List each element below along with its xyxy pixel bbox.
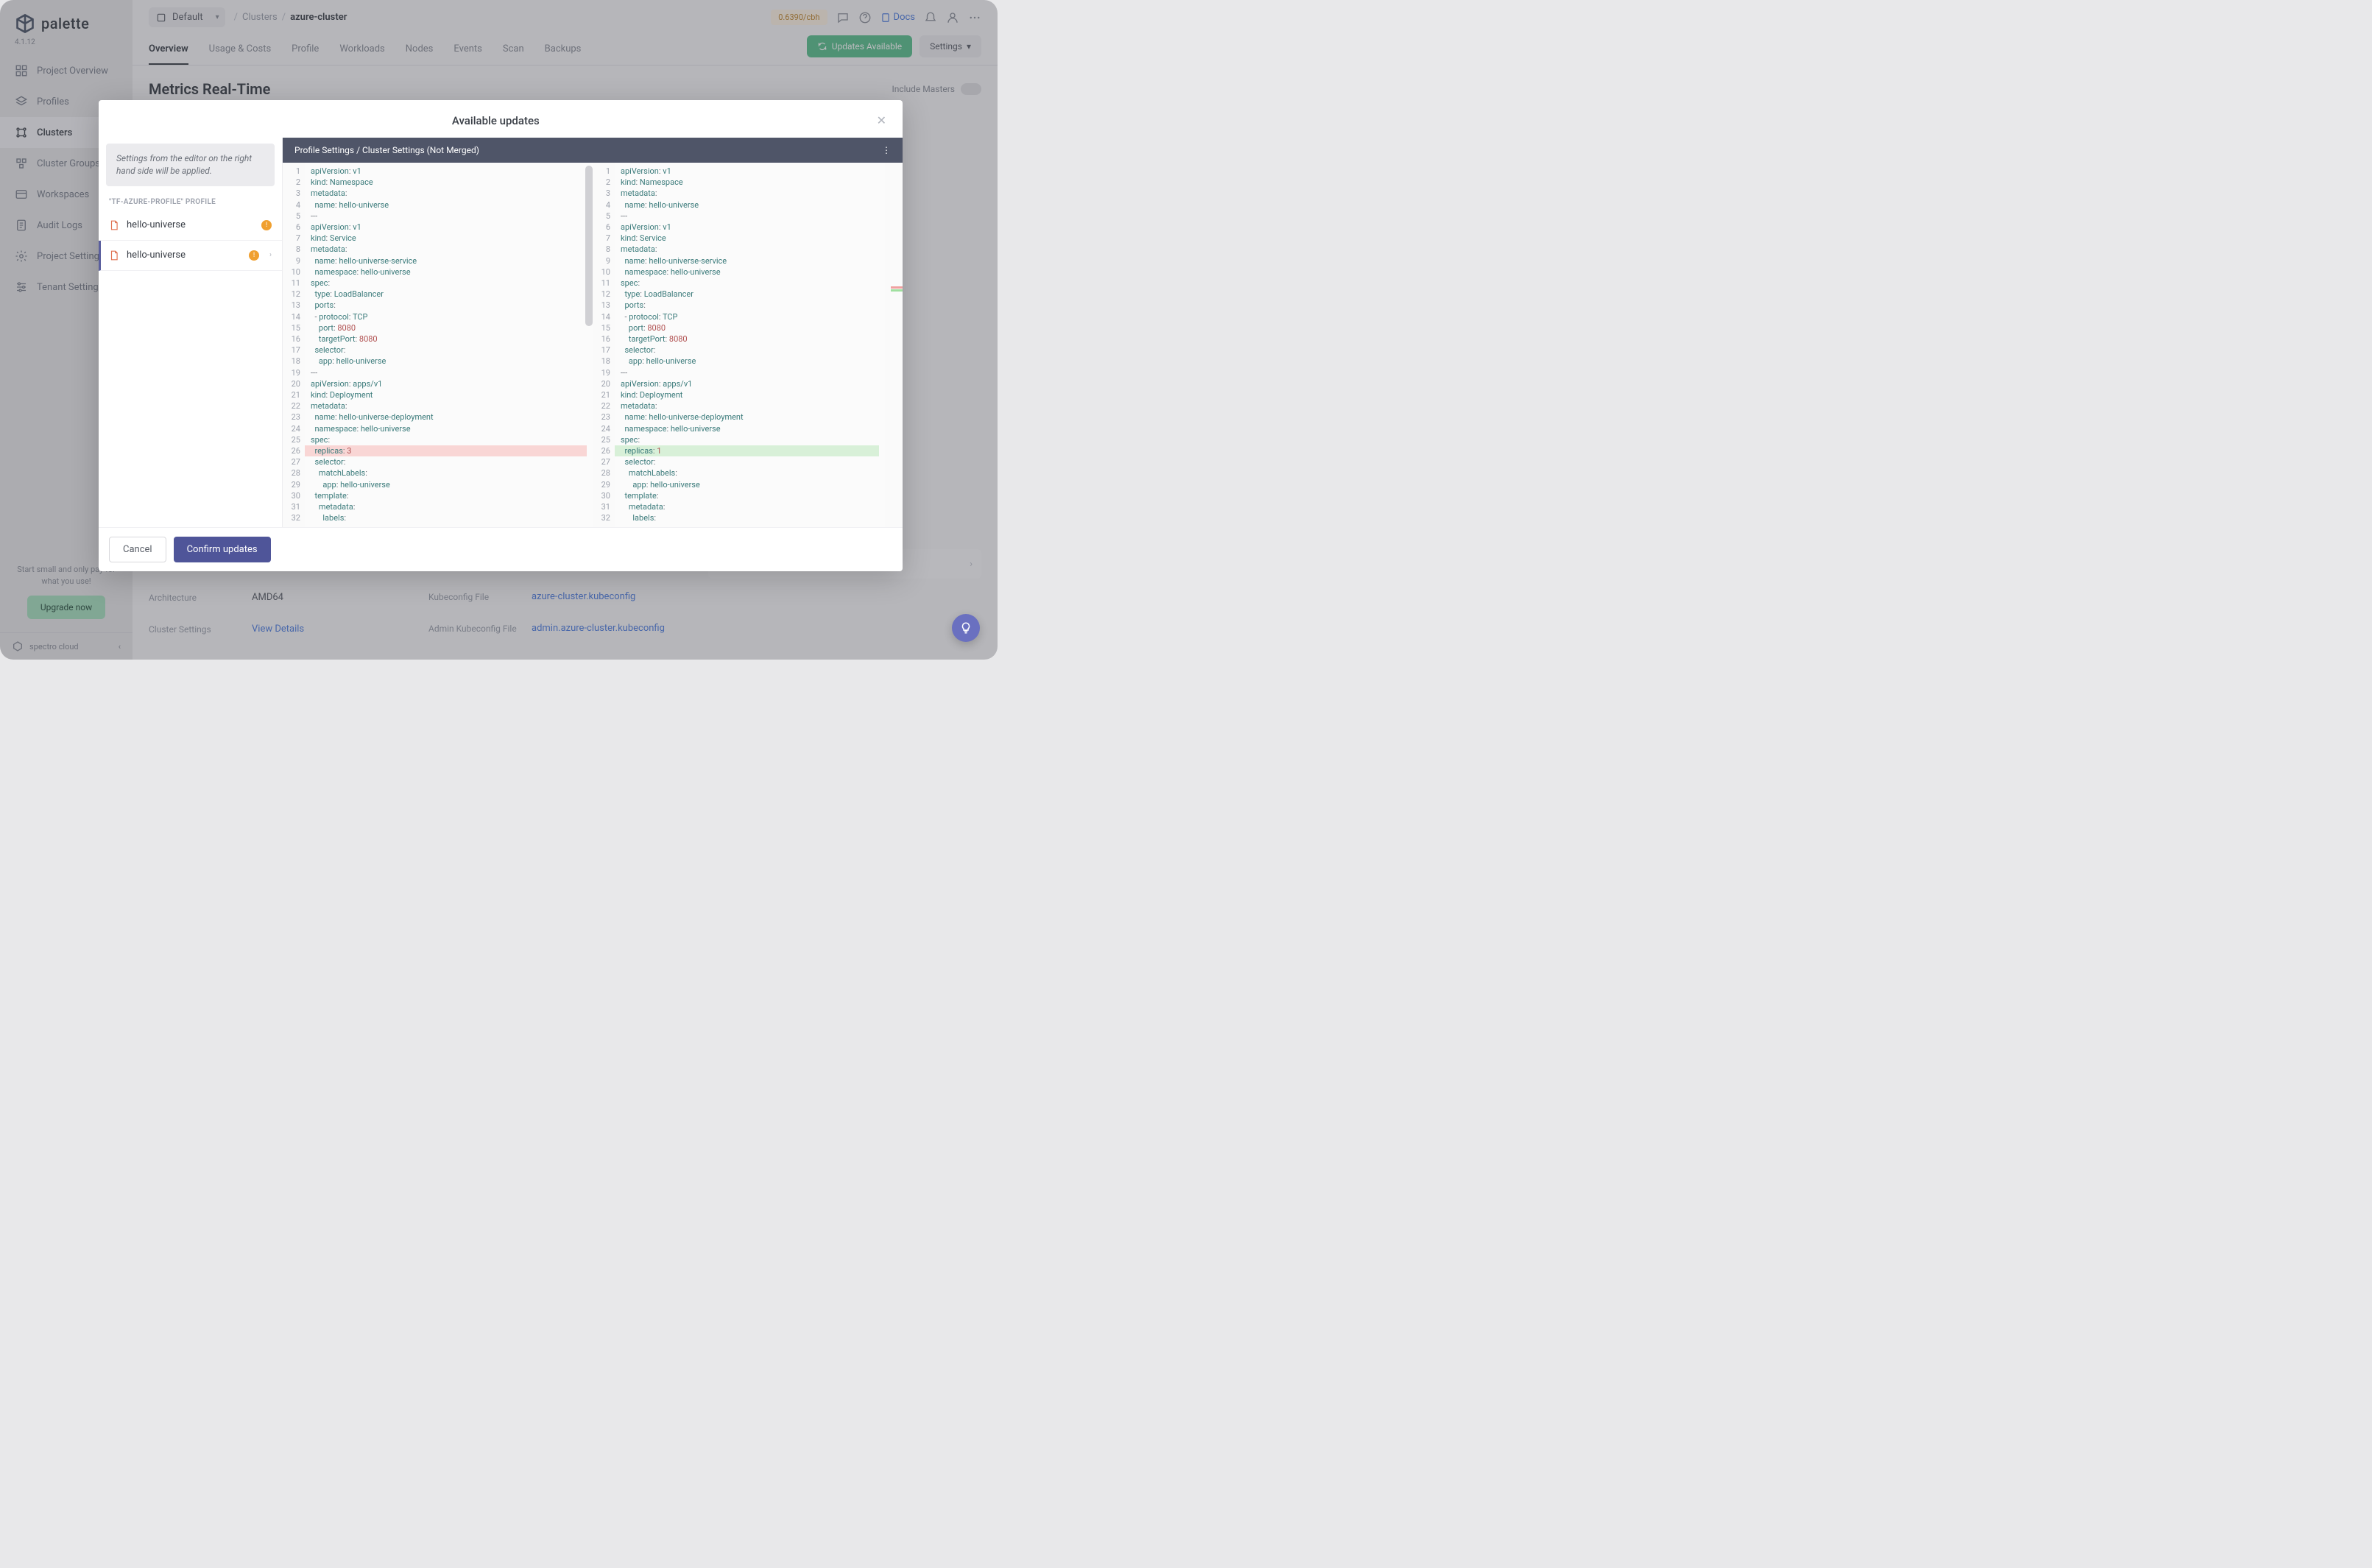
- confirm-updates-button[interactable]: Confirm updates: [174, 537, 271, 562]
- profile-section-label: "TF-AZURE-PROFILE" PROFILE: [99, 194, 282, 211]
- file-icon: [109, 250, 119, 261]
- hint-text: Settings from the editor on the right ha…: [106, 144, 275, 186]
- minimap[interactable]: [885, 163, 903, 527]
- lightbulb-icon: [959, 621, 973, 635]
- diff-panel: Profile Settings / Cluster Settings (Not…: [283, 138, 903, 527]
- manifest-item-0[interactable]: hello-universe !: [99, 211, 282, 241]
- chevron-right-icon: ›: [269, 251, 272, 259]
- updates-modal: Available updates ✕ Settings from the ed…: [99, 100, 903, 571]
- warning-badge-icon: !: [249, 250, 259, 261]
- modal-title: Available updates: [452, 114, 540, 127]
- modal-sidebar: Settings from the editor on the right ha…: [99, 138, 283, 527]
- close-icon[interactable]: ✕: [877, 113, 886, 127]
- diff-pane-right[interactable]: 1 2 3 4 5 6 7 8 9 10 11 12 13 14 15 16 1…: [593, 163, 903, 527]
- scrollbar[interactable]: [585, 166, 593, 326]
- manifest-item-1[interactable]: hello-universe ! ›: [99, 241, 282, 271]
- help-fab[interactable]: [952, 614, 980, 642]
- diff-header-text: Profile Settings / Cluster Settings (Not…: [294, 145, 479, 155]
- warning-badge-icon: !: [261, 220, 272, 230]
- file-icon: [109, 219, 119, 231]
- kebab-menu-icon[interactable]: ⋮: [882, 145, 891, 155]
- diff-pane-left[interactable]: 1 2 3 4 5 6 7 8 9 10 11 12 13 14 15 16 1…: [283, 163, 593, 527]
- cancel-button[interactable]: Cancel: [109, 537, 166, 562]
